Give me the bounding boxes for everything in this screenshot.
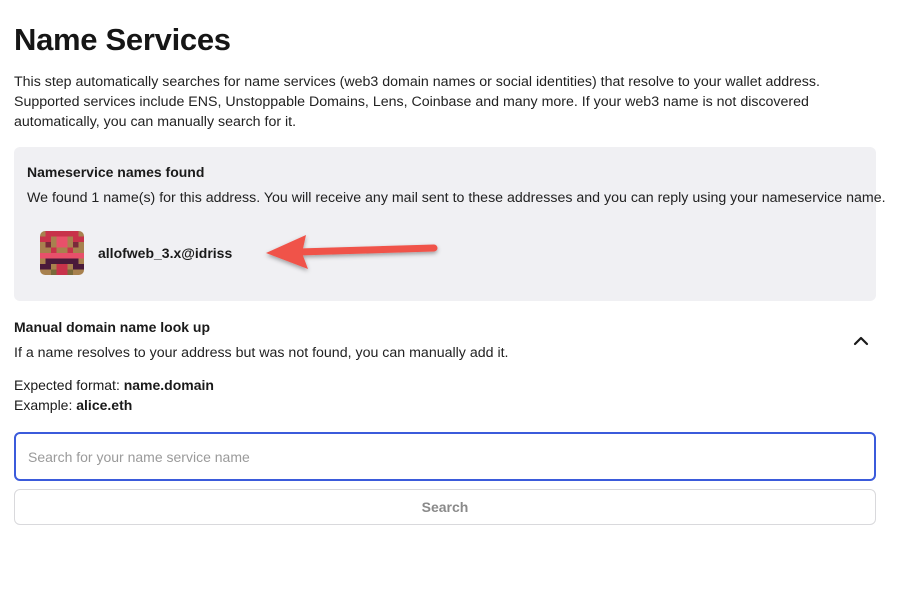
name-list-item: allofweb_3.x@idriss (40, 231, 232, 275)
found-names-description: We found 1 name(s) for this address. You… (27, 190, 886, 206)
found-names-title: Nameservice names found (27, 164, 205, 180)
pixel-avatar-icon (40, 231, 84, 275)
collapse-button[interactable] (850, 330, 872, 352)
annotation-arrow-icon (266, 235, 438, 269)
expected-format-line: Expected format: name.domain (14, 377, 214, 393)
name-services-page: Name Services This step automatically se… (0, 0, 900, 602)
name-label: allofweb_3.x@idriss (98, 245, 233, 261)
intro-text: This step automatically searches for nam… (14, 74, 820, 130)
search-button[interactable]: Search (14, 489, 876, 525)
manual-lookup-title: Manual domain name look up (14, 319, 211, 335)
chevron-up-icon (853, 336, 869, 346)
example-value: alice.eth (76, 397, 133, 413)
found-names-panel: Nameservice names found We found 1 name(… (14, 147, 886, 301)
page-title: Name Services (14, 22, 231, 57)
search-input[interactable] (14, 432, 876, 481)
expected-format-value: name.domain (123, 377, 214, 393)
example-line: Example: alice.eth (14, 397, 132, 413)
example-label: Example: (14, 397, 77, 413)
manual-lookup-description: If a name resolves to your address but w… (14, 345, 509, 361)
expected-format-label: Expected format: (14, 377, 124, 393)
